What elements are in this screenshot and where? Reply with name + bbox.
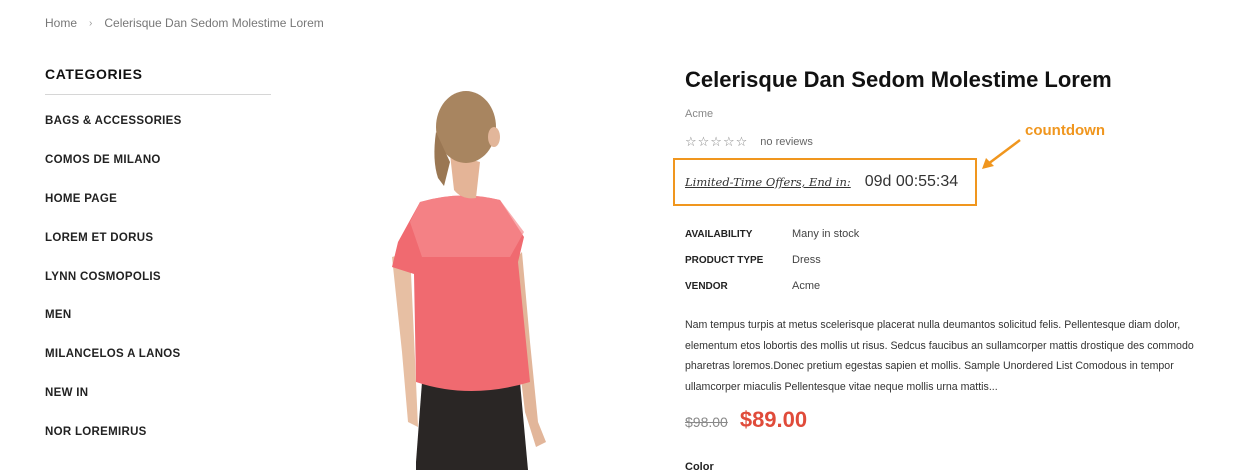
category-item[interactable]: LYNN COSMOPOLIS xyxy=(45,257,271,296)
product-image[interactable] xyxy=(380,82,560,470)
rating: ☆☆☆☆☆ no reviews xyxy=(685,134,1230,150)
category-item[interactable]: HOME PAGE xyxy=(45,180,271,219)
color-option-label: Color xyxy=(685,461,714,470)
price-block: $98.00 $89.00 xyxy=(685,407,807,433)
model-figure xyxy=(392,91,546,470)
categories-title: CATEGORIES xyxy=(45,66,271,95)
product-description: Nam tempus turpis at metus scelerisque p… xyxy=(685,319,1194,393)
countdown-label: Limited-Time Offers, End in: xyxy=(685,175,851,189)
spec-row: VENDOR Acme xyxy=(685,273,985,299)
chevron-right-icon: › xyxy=(89,17,93,29)
vendor-link[interactable]: Acme xyxy=(685,108,1230,120)
spec-value[interactable]: Dress xyxy=(792,254,821,266)
product-title: Celerisque Dan Sedom Molestime Lorem xyxy=(685,67,1112,92)
product-specs: AVAILABILITY Many in stock PRODUCT TYPE … xyxy=(685,221,985,299)
spec-key: AVAILABILITY xyxy=(685,228,753,240)
spec-value: Many in stock xyxy=(792,228,860,240)
annotation-label: countdown xyxy=(1025,122,1105,139)
category-item[interactable]: MILANCELOS A LANOS xyxy=(45,335,271,374)
spec-key: PRODUCT TYPE xyxy=(685,254,764,266)
breadcrumb: Home › Celerisque Dan Sedom Molestime Lo… xyxy=(45,16,324,30)
category-item[interactable]: COMOS DE MILANO xyxy=(45,141,271,180)
category-item[interactable]: NOR LOREMIRUS xyxy=(45,412,271,451)
spec-row: AVAILABILITY Many in stock xyxy=(685,221,985,247)
countdown-timer: 09d 00:55:34 xyxy=(864,173,959,190)
categories-sidebar: CATEGORIES BAGS & ACCESSORIES COMOS DE M… xyxy=(45,66,271,451)
category-item[interactable]: BAGS & ACCESSORIES xyxy=(45,102,271,141)
product-info: Celerisque Dan Sedom Molestime Lorem Acm… xyxy=(673,66,1230,470)
breadcrumb-current: Celerisque Dan Sedom Molestime Lorem xyxy=(104,16,324,30)
old-price: $98.00 xyxy=(685,414,728,430)
spec-row: PRODUCT TYPE Dress xyxy=(685,247,985,273)
category-item[interactable]: LOREM ET DORUS xyxy=(45,218,271,257)
annotation-arrow-icon xyxy=(982,139,1021,169)
sale-price: $89.00 xyxy=(739,407,808,432)
spec-value[interactable]: Acme xyxy=(792,280,820,292)
category-list: BAGS & ACCESSORIES COMOS DE MILANO HOME … xyxy=(45,102,271,451)
category-item[interactable]: NEW IN xyxy=(45,374,271,413)
spec-key: VENDOR xyxy=(685,280,728,292)
review-count: no reviews xyxy=(760,136,813,148)
breadcrumb-home-link[interactable]: Home xyxy=(45,16,77,30)
star-rating-icon[interactable]: ☆☆☆☆☆ xyxy=(685,134,748,150)
countdown-box: Limited-Time Offers, End in: 09d 00:55:3… xyxy=(673,158,977,206)
category-item[interactable]: MEN xyxy=(45,296,271,335)
